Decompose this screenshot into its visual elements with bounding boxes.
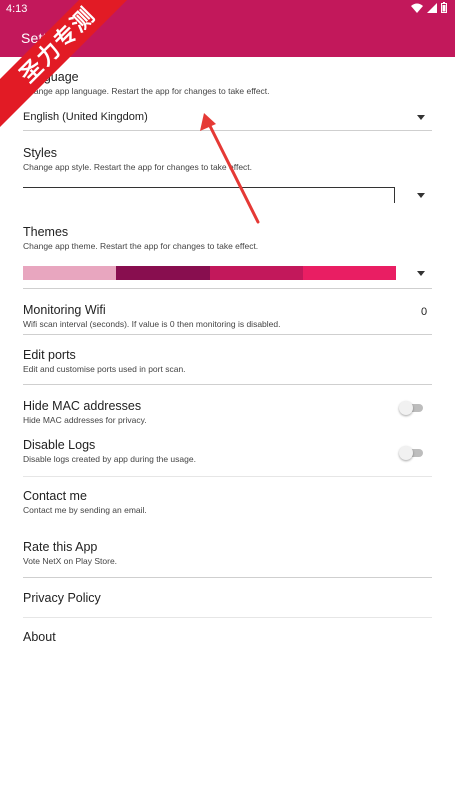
toolbar: Settings [0,18,455,57]
status-icons [411,2,447,13]
pref-disable-logs-title: Disable Logs [23,438,96,452]
pref-contact-me-title: Contact me [23,489,87,503]
divider [23,130,432,131]
pref-themes[interactable]: Themes Change app theme. Restart the app… [23,225,432,251]
pref-contact-me[interactable]: Contact me Contact me by sending an emai… [23,489,432,515]
status-time: 4:13 [6,3,28,15]
pref-monitoring-wifi-summary: Wifi scan interval (seconds). If value i… [23,319,281,329]
toggle-thumb [399,401,413,415]
pref-hide-mac-title: Hide MAC addresses [23,399,142,413]
theme-select[interactable] [23,266,396,280]
divider [23,288,432,289]
divider [23,384,432,385]
divider [23,617,432,618]
pref-edit-ports-title: Edit ports [23,348,76,362]
pref-edit-ports-summary: Edit and customise ports used in port sc… [23,364,186,374]
toggle-thumb [399,446,413,460]
status-bar: 4:13 [0,0,455,18]
style-dropdown-icon[interactable] [417,193,425,198]
pref-rate-app-summary: Vote NetX on Play Store. [23,556,118,566]
pref-privacy-policy[interactable]: Privacy Policy [23,591,432,605]
theme-swatch [23,266,116,280]
style-select-box[interactable] [23,187,395,203]
pref-hide-mac[interactable]: Hide MAC addresses Hide MAC addresses fo… [23,399,432,425]
theme-swatch [116,266,210,280]
disable-logs-toggle[interactable] [399,446,423,460]
divider [23,334,432,335]
pref-disable-logs[interactable]: Disable Logs Disable logs created by app… [23,438,432,464]
pref-language[interactable]: Language Change app language. Restart th… [23,70,432,96]
battery-icon [441,2,447,13]
pref-about-title: About [23,630,56,644]
settings-screen: 4:13 Settings Language Change app langua… [0,0,455,809]
theme-swatch [303,266,396,280]
pref-monitoring-wifi[interactable]: Monitoring Wifi Wifi scan interval (seco… [23,303,432,329]
pref-language-summary: Change app language. Restart the app for… [23,86,270,96]
monitoring-wifi-value: 0 [421,306,428,318]
pref-disable-logs-summary: Disable logs created by app during the u… [23,454,196,464]
divider [23,577,432,578]
wifi-icon [411,3,423,13]
pref-rate-app[interactable]: Rate this App Vote NetX on Play Store. [23,540,432,566]
page-title: Settings [21,30,74,46]
pref-edit-ports[interactable]: Edit ports Edit and customise ports used… [23,348,432,374]
signal-icon [427,2,437,13]
language-dropdown-icon[interactable] [417,115,425,120]
pref-contact-me-summary: Contact me by sending an email. [23,505,147,515]
theme-swatch [210,266,303,280]
pref-monitoring-wifi-title: Monitoring Wifi [23,303,106,317]
divider [23,476,432,477]
pref-themes-summary: Change app theme. Restart the app for ch… [23,241,259,251]
pref-styles-title: Styles [23,146,58,160]
pref-styles-summary: Change app style. Restart the app for ch… [23,162,253,172]
hide-mac-toggle[interactable] [399,401,423,415]
pref-styles[interactable]: Styles Change app style. Restart the app… [23,146,432,172]
pref-hide-mac-summary: Hide MAC addresses for privacy. [23,415,147,425]
pref-about[interactable]: About [23,630,432,644]
theme-dropdown-icon[interactable] [417,271,425,276]
pref-rate-app-title: Rate this App [23,540,98,554]
pref-themes-title: Themes [23,225,69,239]
language-select-value[interactable]: English (United Kingdom) [23,111,148,123]
pref-language-title: Language [23,70,79,84]
pref-privacy-policy-title: Privacy Policy [23,591,101,605]
